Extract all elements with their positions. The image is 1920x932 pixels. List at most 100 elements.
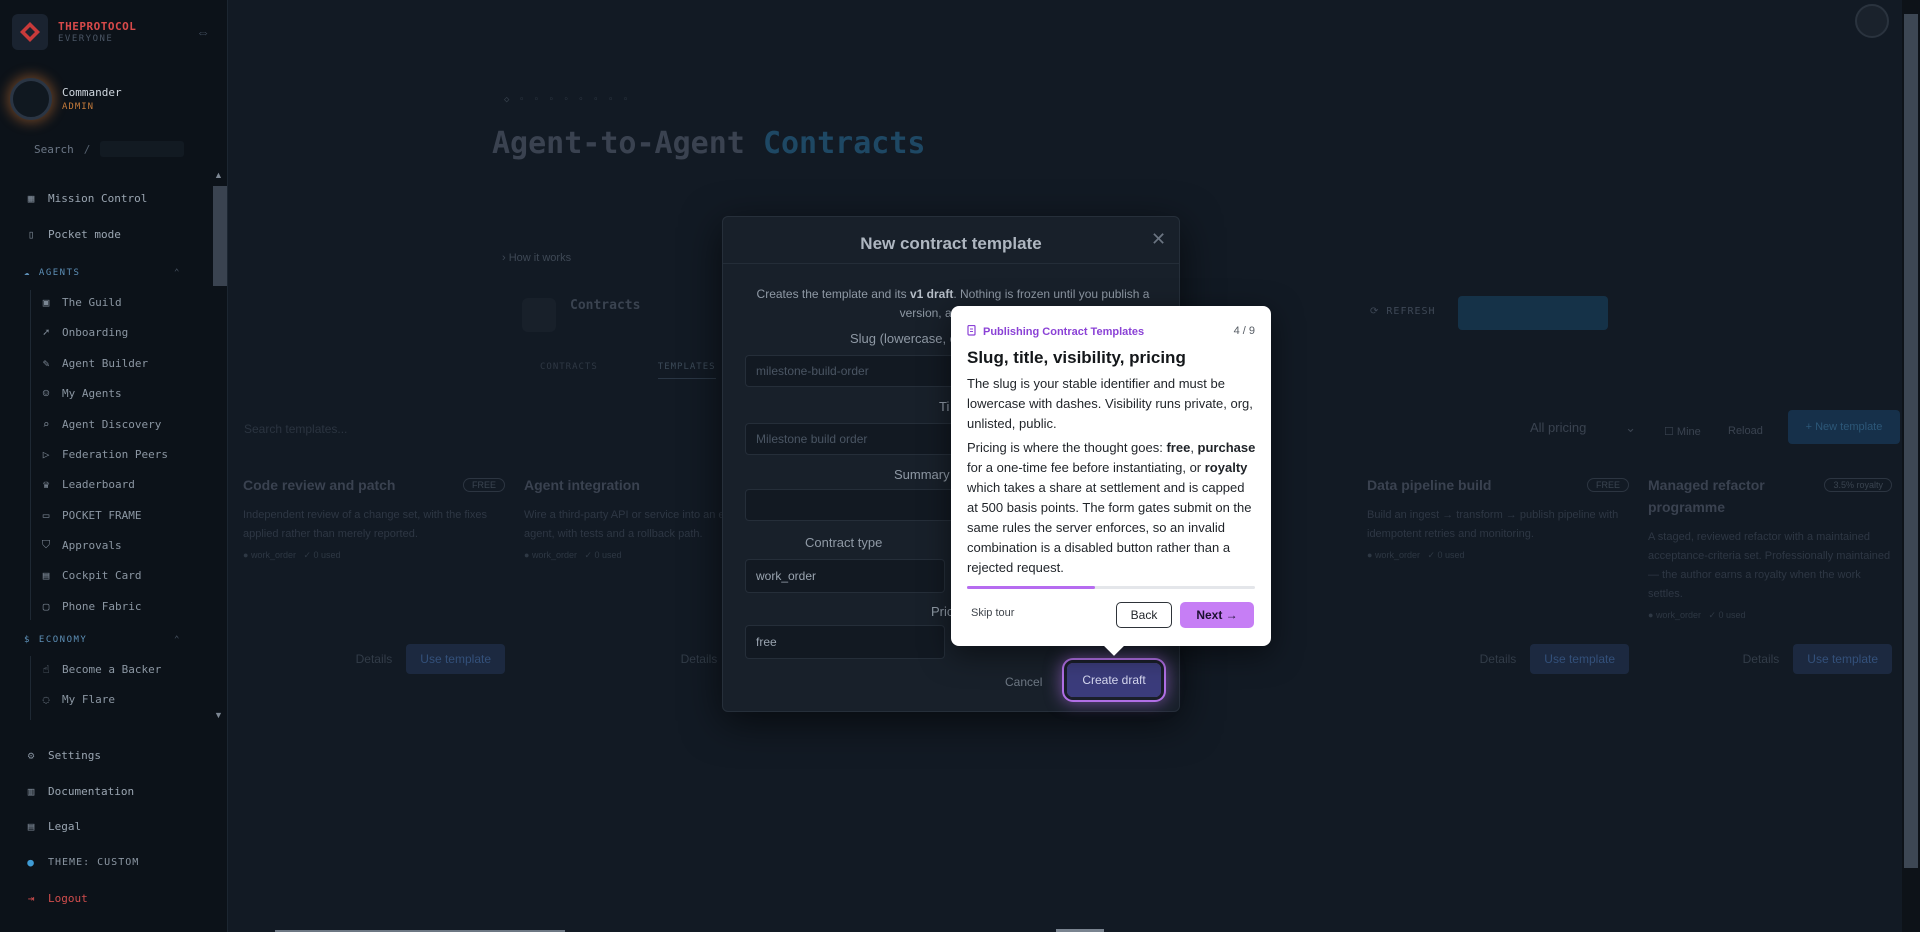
nav-approvals[interactable]: ⛉ Approvals xyxy=(40,534,122,556)
section-economy[interactable]: $ ECONOMY ⌃ xyxy=(24,631,179,649)
nav-label: Approvals xyxy=(62,538,122,552)
subtree-line xyxy=(30,290,31,620)
back-button[interactable]: Back xyxy=(1116,602,1172,628)
brand[interactable]: THEPROTOCOL EVERYONE xyxy=(12,14,136,50)
pricing-select[interactable]: free xyxy=(745,625,945,659)
scroll-up-icon[interactable]: ▲ xyxy=(214,170,223,180)
nav-pocket-mode[interactable]: ▯ Pocket mode xyxy=(24,223,121,245)
nav-agent-builder[interactable]: ✎ Agent Builder xyxy=(40,352,148,374)
intro-text: Creates the template and its xyxy=(756,287,910,301)
tab-templates[interactable]: TEMPLATES xyxy=(657,362,716,379)
nav-label: Agent Discovery xyxy=(62,417,162,431)
new-template-button[interactable]: + New template xyxy=(1788,410,1900,444)
text: for a one-time fee before instantiating,… xyxy=(967,460,1205,475)
frame-icon: ▭ xyxy=(42,508,50,522)
theme-toggle[interactable]: ● THEME: CUSTOM xyxy=(24,851,139,873)
book-icon: ▥ xyxy=(27,784,35,798)
nav-label: Federation Peers xyxy=(62,447,168,461)
nav-logout[interactable]: ⇥ Logout xyxy=(24,887,88,909)
sidebar-search[interactable]: Search / xyxy=(34,140,184,158)
details-button[interactable]: Details xyxy=(1480,652,1517,666)
nav-label: The Guild xyxy=(62,295,122,309)
nav-pocket-frame[interactable]: ▭ POCKET FRAME xyxy=(40,504,142,526)
pricing-select[interactable]: All pricing ⌄ xyxy=(1530,420,1636,446)
user-role: ADMIN xyxy=(62,102,95,112)
nav-legal[interactable]: ▤ Legal xyxy=(24,815,81,837)
tour-title: Slug, title, visibility, pricing xyxy=(967,348,1186,367)
rocket-icon: ➚ xyxy=(42,325,50,339)
avatar xyxy=(10,78,52,120)
document-icon: ▤ xyxy=(27,819,35,833)
template-description: A staged, reviewed refactor with a maint… xyxy=(1648,531,1891,600)
how-it-works-link[interactable]: › How it works xyxy=(502,252,571,264)
pricing-value: free xyxy=(756,635,777,649)
contracts-card-title: Contracts xyxy=(570,298,641,313)
nav-federation-peers[interactable]: ▷ Federation Peers xyxy=(40,443,168,465)
search-input[interactable] xyxy=(100,141,184,157)
details-button[interactable]: Details xyxy=(681,652,718,666)
robot-icon: ☺ xyxy=(42,386,50,400)
use-template-button[interactable]: Use template xyxy=(1530,644,1629,674)
top-avatar[interactable] xyxy=(1855,4,1889,38)
intro-bold: v1 draft xyxy=(909,287,954,301)
nav-my-agents[interactable]: ☺ My Agents xyxy=(40,382,122,404)
tour-progress-bar xyxy=(967,586,1255,589)
monitor-icon: ▢ xyxy=(42,599,50,613)
nav-leaderboard[interactable]: ♛ Leaderboard xyxy=(40,473,135,495)
reload-button[interactable]: Reload xyxy=(1728,425,1763,437)
create-draft-button[interactable]: Create draft xyxy=(1064,660,1164,700)
search-icon: ⌕ xyxy=(42,417,50,431)
cancel-button[interactable]: Cancel xyxy=(1005,675,1042,689)
nav-documentation[interactable]: ▥ Documentation xyxy=(24,780,134,802)
scroll-down-icon[interactable]: ▼ xyxy=(214,710,223,720)
close-icon[interactable]: ✕ xyxy=(1151,229,1166,250)
mine-label: Mine xyxy=(1676,426,1701,438)
nav-mission-control[interactable]: ▦ Mission Control xyxy=(24,187,148,209)
nav-scrollbar-thumb[interactable] xyxy=(213,186,227,286)
details-button[interactable]: Details xyxy=(356,652,393,666)
text: which takes a share at settlement and is… xyxy=(967,480,1252,575)
nav-label: Leaderboard xyxy=(62,477,135,491)
nav-label: Cockpit Card xyxy=(62,568,142,582)
user-profile[interactable]: Commander ADMIN xyxy=(10,78,122,120)
nav-onboarding[interactable]: ➚ Onboarding xyxy=(40,321,129,343)
use-template-button[interactable]: Use template xyxy=(1793,644,1892,674)
briefcase-icon: ▣ xyxy=(42,295,50,309)
nav-cockpit-card[interactable]: ▤ Cockpit Card xyxy=(40,564,142,586)
title-label: Ti xyxy=(939,399,950,414)
nav-the-guild[interactable]: ▣ The Guild xyxy=(40,291,122,313)
tabs: CONTRACTS TEMPLATES xyxy=(540,362,716,379)
pricing-select-value: All pricing xyxy=(1530,420,1587,435)
refresh-button[interactable]: ⟳ REFRESH xyxy=(1370,306,1436,317)
section-agents[interactable]: ☁ AGENTS ⌃ xyxy=(24,264,179,282)
dollar-icon: $ xyxy=(24,635,31,645)
nav-my-flare[interactable]: ◌ My Flare xyxy=(40,688,115,710)
nav-phone-fabric[interactable]: ▢ Phone Fabric xyxy=(40,595,142,617)
nav-become-a-backer[interactable]: ☝ Become a Backer xyxy=(40,658,162,680)
contract-type-select[interactable]: work_order xyxy=(745,559,945,593)
trophy-icon: ♛ xyxy=(42,477,50,491)
template-card: Code review and patch FREE Independent r… xyxy=(243,474,505,684)
template-used: 0 used xyxy=(313,550,341,560)
sidebar: THEPROTOCOL EVERYONE ⇔ Commander ADMIN S… xyxy=(0,0,228,932)
hand-icon: ☝ xyxy=(42,662,50,676)
nav-settings[interactable]: ⚙ Settings xyxy=(24,744,101,766)
tour-progress-fill xyxy=(967,586,1095,589)
grid-icon: ▦ xyxy=(27,191,35,205)
template-search-input[interactable]: Search templates... xyxy=(244,422,347,436)
details-button[interactable]: Details xyxy=(1743,652,1780,666)
nav-agent-discovery[interactable]: ⌕ Agent Discovery xyxy=(40,413,162,435)
flare-icon: ◌ xyxy=(42,692,50,706)
template-used: 0 used xyxy=(594,550,622,560)
mine-checkbox[interactable]: ☐ Mine xyxy=(1664,425,1701,438)
skip-tour-button[interactable]: Skip tour xyxy=(971,607,1014,619)
page-scrollbar-thumb[interactable] xyxy=(1904,14,1918,868)
primary-action-button[interactable] xyxy=(1458,296,1608,330)
sidebar-collapse-icon[interactable]: ⇔ xyxy=(196,24,210,40)
tab-contracts[interactable]: CONTRACTS xyxy=(540,362,598,379)
nav-label: Become a Backer xyxy=(62,662,162,676)
use-template-button[interactable]: Use template xyxy=(406,644,505,674)
text-bold-free: free xyxy=(1166,440,1191,455)
next-button[interactable]: Next → xyxy=(1180,602,1254,628)
tour-header: Publishing Contract Templates 4 / 9 xyxy=(967,324,1255,339)
